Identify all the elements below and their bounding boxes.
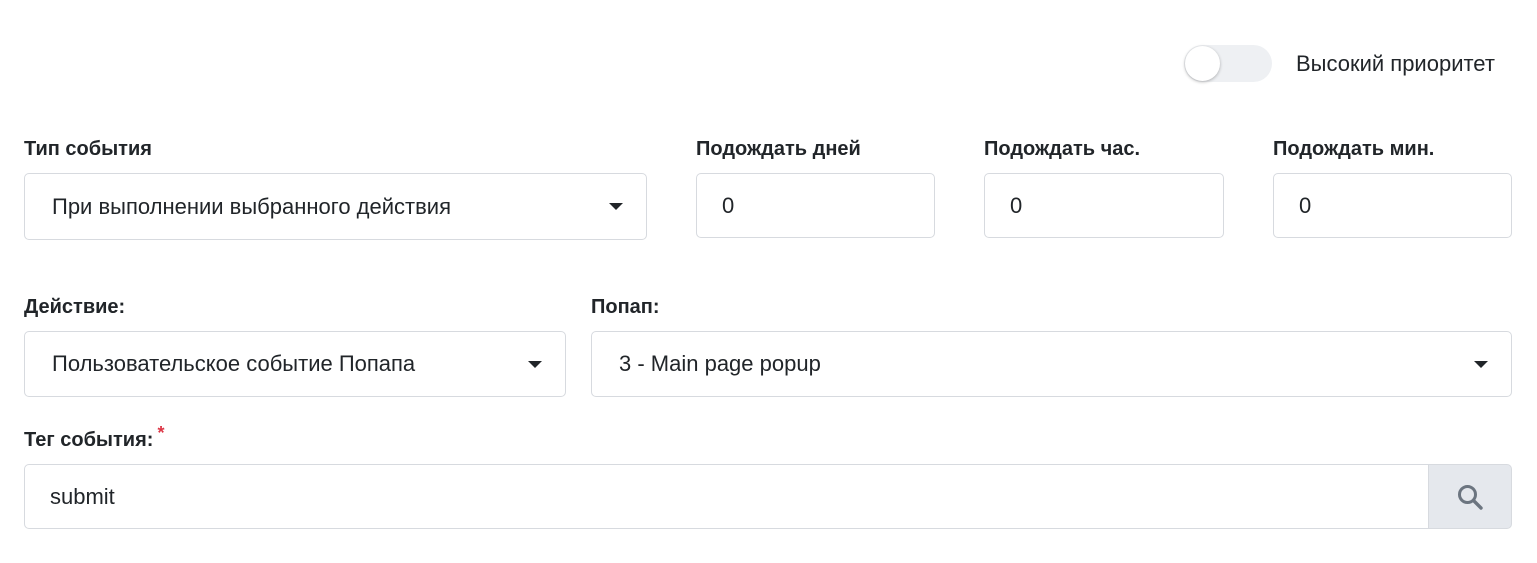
wait-hours-label: Подождать час. bbox=[984, 138, 1141, 160]
event-tag-value: submit bbox=[50, 483, 115, 509]
toggle-knob bbox=[1185, 46, 1220, 81]
caret-down-icon bbox=[1474, 361, 1488, 368]
event-tag-input[interactable]: submit bbox=[24, 464, 1429, 529]
required-marker: * bbox=[157, 423, 165, 443]
action-select[interactable]: Пользовательское событие Попапа bbox=[24, 331, 566, 397]
wait-minutes-input[interactable]: 0 bbox=[1273, 173, 1512, 238]
caret-down-icon bbox=[528, 361, 542, 368]
high-priority-label: Высокий приоритет bbox=[1296, 51, 1495, 76]
wait-days-label: Подождать дней bbox=[696, 138, 861, 160]
wait-days-input[interactable]: 0 bbox=[696, 173, 935, 238]
event-type-select[interactable]: При выполнении выбранного действия bbox=[24, 173, 647, 240]
caret-down-icon bbox=[609, 203, 623, 210]
event-tag-label: Тег события: bbox=[24, 429, 154, 451]
wait-hours-value: 0 bbox=[1010, 192, 1023, 218]
search-button[interactable] bbox=[1428, 464, 1512, 529]
search-icon bbox=[1458, 484, 1483, 510]
popup-select[interactable]: 3 - Main page popup bbox=[591, 331, 1512, 397]
wait-days-value: 0 bbox=[722, 192, 735, 218]
high-priority-toggle[interactable] bbox=[1184, 45, 1272, 82]
wait-hours-input[interactable]: 0 bbox=[984, 173, 1224, 238]
action-value: Пользовательское событие Попапа bbox=[52, 351, 416, 376]
popup-label: Попап: bbox=[591, 296, 660, 318]
event-type-value: При выполнении выбранного действия bbox=[52, 193, 451, 219]
event-type-label: Тип события bbox=[24, 138, 152, 160]
wait-minutes-label: Подождать мин. bbox=[1273, 138, 1435, 160]
popup-value: 3 - Main page popup bbox=[619, 351, 821, 376]
event-tag-label-row: Тег события: * bbox=[24, 423, 164, 452]
action-label: Действие: bbox=[24, 296, 126, 318]
wait-minutes-value: 0 bbox=[1299, 192, 1312, 218]
